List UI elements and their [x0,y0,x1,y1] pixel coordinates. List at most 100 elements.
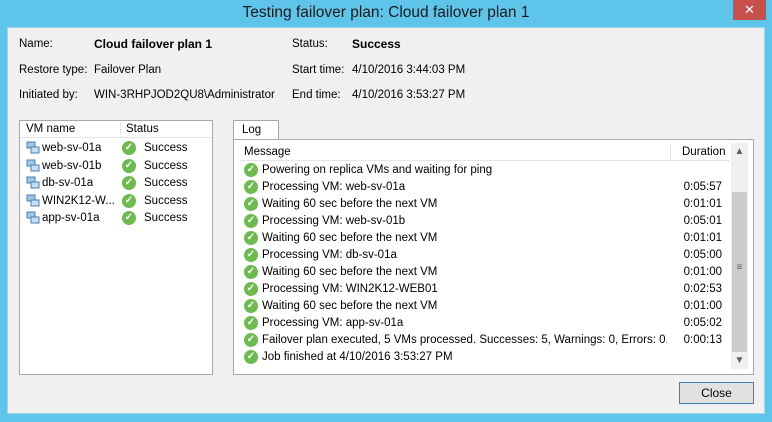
tab-log-label: Log [242,124,262,136]
vm-list-row[interactable]: web-sv-01a ✓ Success [20,140,212,157]
log-list-header: Message Duration [240,143,730,161]
vm-list[interactable]: VM name Status web-sv-01a ✓ Success web-sv-… [19,120,213,375]
end-time-value: 4/10/2016 3:53:27 PM [352,89,466,101]
start-time-label: Start time: [292,64,345,76]
log-row[interactable]: ✓ Waiting 60 sec before the next VM 0:01:0… [240,196,730,213]
check-circle-icon: ✓ [122,176,136,190]
status-value: Success [352,37,401,51]
name-value: Cloud failover plan 1 [94,37,213,51]
vm-status: Success [144,194,188,207]
vm-name: web-sv-01b [42,159,102,172]
log-duration: 0:05:57 [683,181,722,193]
message-column-header[interactable]: Message [244,146,291,158]
vm-icon [26,159,40,171]
dialog-window: Testing failover plan: Cloud failover pl… [0,0,772,422]
check-circle-icon: ✓ [244,214,258,228]
log-row[interactable]: ✓ Processing VM: db-sv-01a 0:05:00 [240,247,730,264]
vm-icon [26,194,40,206]
log-message: Processing VM: app-sv-01a [262,317,404,329]
check-circle-icon: ✓ [244,180,258,194]
check-circle-icon: ✓ [244,163,258,177]
check-circle-icon: ✓ [244,350,258,364]
vm-icon [26,141,40,154]
log-message: Waiting 60 sec before the next VM [262,232,438,244]
vm-icon [26,176,40,189]
log-duration: 0:01:01 [683,232,722,244]
vm-list-header: VM name Status [20,121,212,138]
duration-column-header[interactable]: Duration [682,146,725,158]
log-duration: 0:05:01 [683,215,722,227]
name-label: Name: [19,38,53,50]
initiated-by-value: WIN-3RHPJOD2QU8\Administrator [94,89,275,101]
title-bar[interactable]: Testing failover plan: Cloud failover pl… [0,0,772,27]
check-circle-icon: ✓ [244,299,258,313]
log-row[interactable]: ✓ Processing VM: app-sv-01a 0:05:02 [240,315,730,332]
log-duration: 0:05:02 [683,317,722,329]
log-row[interactable]: ✓ Processing VM: web-sv-01a 0:05:57 [240,179,730,196]
vm-status: Success [144,177,188,189]
check-circle-icon: ✓ [244,197,258,211]
log-message: Waiting 60 sec before the next VM [262,300,438,312]
log-scrollbar[interactable]: ▲ ≡ ▼ [731,143,748,369]
log-duration: 0:01:00 [683,300,722,312]
scroll-down-icon[interactable]: ▼ [731,352,748,369]
column-divider[interactable] [670,144,671,160]
vm-name: db-sv-01a [42,177,94,189]
vm-icon [26,211,40,224]
scroll-thumb[interactable]: ≡ [732,192,747,352]
log-duration: 0:05:00 [683,249,722,261]
vm-list-row[interactable]: WIN2K12-W... ✓ Success [20,193,212,210]
log-row[interactable]: ✓ Waiting 60 sec before the next VM 0:01:0… [240,298,730,315]
log-row[interactable]: ✓ Waiting 60 sec before the next VM 0:01:0… [240,264,730,281]
log-duration: 0:01:00 [683,266,722,278]
check-circle-icon: ✓ [244,333,258,347]
log-message: Processing VM: web-sv-01b [262,215,406,227]
log-message: Processing VM: db-sv-01a [262,249,397,261]
log-message: Processing VM: WIN2K12-WEB01 [262,283,438,295]
log-row[interactable]: ✓ Failover plan executed, 5 VMs processed… [240,332,730,349]
vm-status: Success [144,142,188,154]
log-message: Powering on replica VMs and waiting for … [262,164,493,176]
log-message: Processing VM: web-sv-01a [262,181,406,193]
vm-name: web-sv-01a [42,142,102,154]
log-row[interactable]: ✓ Processing VM: WIN2K12-WEB01 0:02:53 [240,281,730,298]
vm-name-column-header[interactable]: VM name [26,123,75,135]
vm-list-row[interactable]: app-sv-01a ✓ Success [20,210,212,227]
check-circle-icon: ✓ [244,316,258,330]
check-circle-icon: ✓ [244,265,258,279]
tab-log[interactable]: Log [233,120,279,140]
check-circle-icon: ✓ [244,231,258,245]
vm-status: Success [144,159,188,172]
log-row[interactable]: ✓ Job finished at 4/10/2016 3:53:27 PM [240,349,730,366]
vm-list-row[interactable]: db-sv-01a ✓ Success [20,175,212,192]
log-message: Failover plan executed, 5 VMs processed.… [262,334,667,346]
log-duration: 0:01:01 [683,198,722,210]
scroll-up-icon[interactable]: ▲ [731,143,748,160]
log-message: Waiting 60 sec before the next VM [262,266,438,278]
log-row[interactable]: ✓ Processing VM: web-sv-01b 0:05:01 [240,213,730,230]
check-circle-icon: ✓ [122,211,136,225]
check-circle-icon: ✓ [122,141,136,155]
vm-status: Success [144,212,188,224]
log-message: Job finished at 4/10/2016 3:53:27 PM [262,351,453,363]
vm-status-column-header[interactable]: Status [126,123,159,135]
vm-list-row[interactable]: web-sv-01b ✓ Success [20,158,212,175]
log-panel: Message Duration ✓ Powering on replica VM… [233,139,754,375]
vm-name: WIN2K12-W... [42,194,115,207]
check-circle-icon: ✓ [244,248,258,262]
check-circle-icon: ✓ [122,193,136,208]
initiated-by-label: Initiated by: [19,89,78,101]
log-row[interactable]: ✓ Powering on replica VMs and waiting for… [240,162,730,179]
log-duration: 0:00:13 [683,334,722,346]
window-close-icon[interactable]: ✕ [733,0,766,20]
log-row[interactable]: ✓ Waiting 60 sec before the next VM 0:01:0… [240,230,730,247]
log-duration: 0:02:53 [683,283,722,295]
check-circle-icon: ✓ [122,158,136,173]
restore-type-value: Failover Plan [94,64,162,76]
window-title: Testing failover plan: Cloud failover pl… [242,4,530,21]
close-button[interactable]: Close [679,382,754,404]
column-divider[interactable] [120,122,121,137]
start-time-value: 4/10/2016 3:44:03 PM [352,64,466,76]
vm-name: app-sv-01a [42,212,100,224]
restore-type-label: Restore type: [19,64,88,76]
